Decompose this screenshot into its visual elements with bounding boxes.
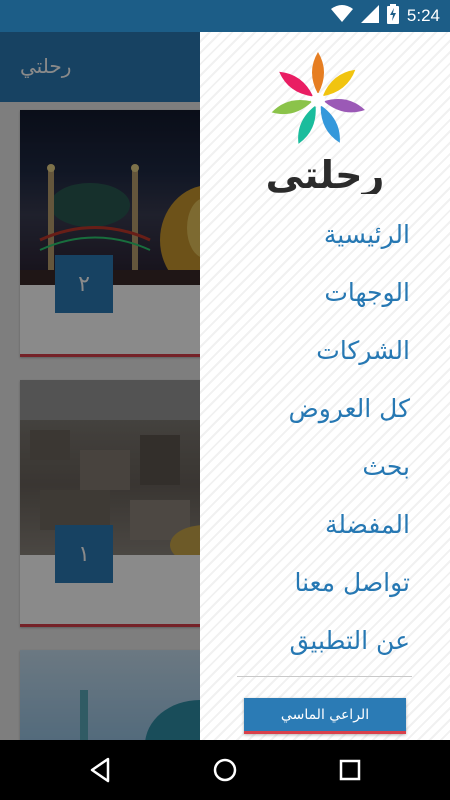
recents-icon[interactable] xyxy=(334,754,366,786)
menu-item-about-app[interactable]: عن التطبيق xyxy=(200,612,450,670)
signal-icon xyxy=(360,5,379,27)
system-nav-bar xyxy=(0,740,450,800)
drawer-menu: الرئيسية الوجهات الشركات كل العروض بحث ا… xyxy=(200,206,450,670)
wifi-icon xyxy=(330,5,353,27)
navigation-drawer: رحلتي الرئيسية الوجهات الشركات كل العروض… xyxy=(200,32,450,740)
menu-item-favorites[interactable]: المفضلة xyxy=(200,496,450,554)
menu-item-home[interactable]: الرئيسية xyxy=(200,206,450,264)
logo-text: رحلتي xyxy=(266,153,385,194)
battery-charging-icon xyxy=(386,4,399,28)
menu-item-all-offers[interactable]: كل العروض xyxy=(200,380,450,438)
status-bar: 5:24 xyxy=(0,0,450,32)
home-icon[interactable] xyxy=(209,754,241,786)
menu-item-destinations[interactable]: الوجهات xyxy=(200,264,450,322)
drawer-divider xyxy=(237,676,412,677)
back-icon[interactable] xyxy=(84,754,116,786)
status-time: 5:24 xyxy=(406,6,440,25)
diamond-sponsor-button[interactable]: الراعي الماسي xyxy=(244,698,406,734)
status-icons: 5:24 xyxy=(330,0,440,32)
menu-item-contact-us[interactable]: تواصل معنا xyxy=(200,554,450,612)
app-logo: رحلتي xyxy=(260,48,390,197)
menu-item-search[interactable]: بحث xyxy=(200,438,450,496)
menu-item-companies[interactable]: الشركات xyxy=(200,322,450,380)
